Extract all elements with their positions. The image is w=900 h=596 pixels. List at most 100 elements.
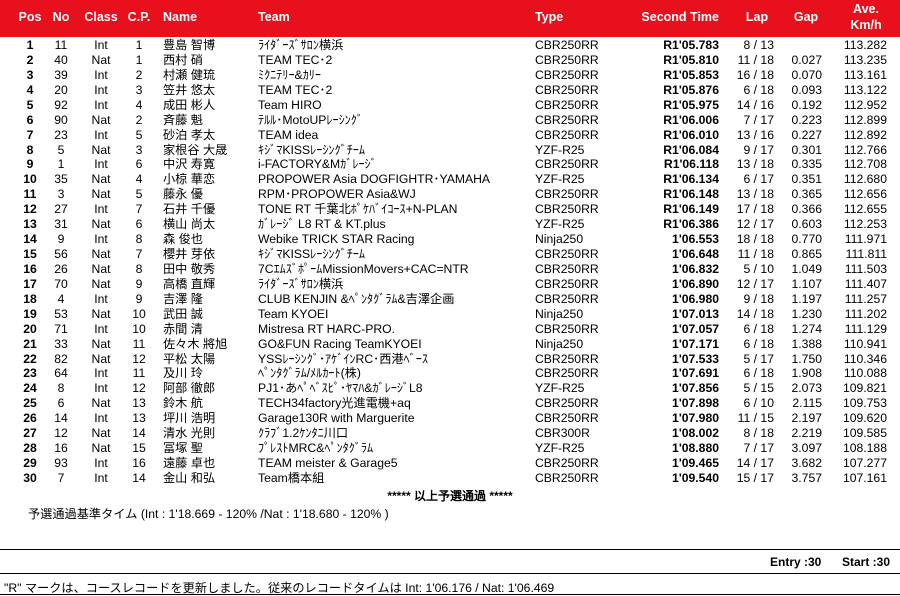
cell-team: RPM･PROPOWER Asia&WJ xyxy=(258,187,416,202)
cell-ave: 111.202 xyxy=(844,306,887,321)
cell-second-time: 1'08.880 xyxy=(672,441,719,456)
cell-cp: 6 xyxy=(135,217,143,232)
cell-team: PJ1･あﾍﾟﾍﾞｽﾋﾟ･ﾔﾏﾊ&ｶﾞﾚｰｼﾞL8 xyxy=(258,381,423,396)
cell-type: CBR250RR xyxy=(535,112,599,127)
cell-type: CBR250RR xyxy=(535,38,599,52)
cell-team: ﾐｸﾆﾃﾘｰ&ｶﾘｰ xyxy=(258,67,321,82)
cell-class: Int xyxy=(94,321,108,336)
cell-class: Nat xyxy=(91,142,111,157)
cell-ave: 107.277 xyxy=(842,456,887,471)
cell-lap: 17 / 18 xyxy=(736,202,774,217)
cell-no: 31 xyxy=(54,217,68,232)
cell-team: Team HIRO xyxy=(258,97,322,112)
divider-middle xyxy=(0,573,900,574)
cell-type: CBR250RR xyxy=(535,261,599,276)
cell-lap: 9 / 17 xyxy=(743,142,775,157)
cell-pos: 10 xyxy=(23,172,37,187)
cell-cp: 8 xyxy=(135,232,143,247)
cell-lap: 5 / 10 xyxy=(743,261,775,276)
cell-second-time: 1'09.540 xyxy=(672,470,719,485)
cell-no: 1 xyxy=(57,157,65,172)
cell-cp: 10 xyxy=(132,306,146,321)
cell-type: CBR250RR xyxy=(535,276,599,291)
cell-name: 坪川 浩明 xyxy=(163,411,216,426)
cell-second-time: 1'07.856 xyxy=(672,381,719,396)
cell-ave: 111.503 xyxy=(844,261,887,276)
cell-team: CLUB KENJIN &ﾍﾟﾝﾀｸﾞﾗﾑ&吉澤企画 xyxy=(258,291,455,306)
cell-gap: 2.073 xyxy=(791,381,823,396)
cell-name: 吉澤 隆 xyxy=(163,291,203,306)
cell-no: 26 xyxy=(54,261,68,276)
cell-pos: 6 xyxy=(26,112,34,127)
cell-pos: 21 xyxy=(23,336,37,351)
cell-no: 12 xyxy=(54,426,68,441)
cell-team: Mistresa RT HARC-PRO. xyxy=(258,321,396,336)
cell-name: 清水 光則 xyxy=(163,426,216,441)
cell-second-time: R1'05.876 xyxy=(663,82,719,97)
cell-lap: 13 / 16 xyxy=(736,127,774,142)
cell-class: Int xyxy=(94,470,108,485)
cell-cp: 9 xyxy=(135,291,143,306)
cell-team: Team KYOEI xyxy=(258,306,329,321)
cell-name: 阿部 徹郎 xyxy=(163,381,216,396)
cell-lap: 5 / 15 xyxy=(743,381,775,396)
cell-type: CBR250RR xyxy=(535,127,599,142)
cell-name: 家根谷 大晟 xyxy=(163,142,228,157)
cell-no: 71 xyxy=(54,321,68,336)
cell-type: YZF-R25 xyxy=(535,142,585,157)
cell-name: 鈴木 航 xyxy=(163,396,203,411)
cell-name: 笠井 悠太 xyxy=(163,82,216,97)
cell-pos: 23 xyxy=(23,366,37,381)
cell-pos: 19 xyxy=(23,306,37,321)
cell-type: CBR250RR xyxy=(535,157,599,172)
table-row: 2 40 Nat 1 西村 硝 TEAM TEC･2 CBR250RR R1'05.810 11… xyxy=(0,53,900,68)
cell-no: 56 xyxy=(54,247,68,262)
header-ave: Ave. xyxy=(853,2,879,16)
cell-gap: 0.365 xyxy=(791,187,823,202)
cell-class: Nat xyxy=(91,306,111,321)
cell-class: Int xyxy=(94,366,108,381)
cell-gap: 2.115 xyxy=(792,396,822,411)
table-row: 28 16 Nat 15 冨塚 聖 ﾌﾟﾚｽﾄMRC&ﾍﾟﾝﾀｸﾞﾗﾑ YZF-R25 1'0… xyxy=(0,441,900,456)
cell-lap: 11 / 18 xyxy=(737,52,774,67)
cell-team: ｷｼﾞﾏKISSﾚｰｼﾝｸﾞﾁｰﾑ xyxy=(258,247,365,262)
cell-cp: 1 xyxy=(135,52,143,67)
cell-class: Nat xyxy=(91,247,111,262)
cell-gap: 2.219 xyxy=(791,426,823,441)
cell-lap: 6 / 18 xyxy=(743,366,775,381)
cell-lap: 7 / 17 xyxy=(743,112,775,127)
cell-class: Int xyxy=(94,232,108,247)
cell-second-time: R1'05.853 xyxy=(663,67,719,82)
cell-name: 遠藤 卓也 xyxy=(163,456,216,471)
cell-second-time: R1'06.084 xyxy=(663,142,719,157)
cell-ave: 111.129 xyxy=(844,321,887,336)
cell-ave: 112.708 xyxy=(843,157,887,172)
cell-type: CBR250RR xyxy=(535,396,599,411)
table-row: 25 6 Nat 13 鈴木 航 TECH34factory光進電機+aq CBR250RR… xyxy=(0,396,900,411)
cell-name: 櫻井 芽依 xyxy=(163,247,216,262)
header-name: Name xyxy=(163,10,198,24)
cell-gap: 1.049 xyxy=(791,261,823,276)
cell-class: Nat xyxy=(91,351,111,366)
table-row: 26 14 Int 13 坪川 浩明 Garage130R with Marguerite… xyxy=(0,411,900,426)
cell-pos: 9 xyxy=(26,157,34,172)
cell-type: CBR250RR xyxy=(535,82,599,97)
cell-second-time: R1'06.118 xyxy=(663,157,719,172)
cell-cp: 5 xyxy=(135,187,143,202)
cell-class: Nat xyxy=(91,261,111,276)
cell-second-time: 1'06.980 xyxy=(672,291,719,306)
cell-team: ﾗｲﾀﾞｰｽﾞｻﾛﾝ横浜 xyxy=(258,276,344,291)
cell-second-time: 1'06.832 xyxy=(672,261,719,276)
cell-name: 赤間 清 xyxy=(163,321,203,336)
table-row: 5 92 Int 4 成田 彬人 Team HIRO CBR250RR R1'05.975 14… xyxy=(0,98,900,113)
cell-name: 小椋 華恋 xyxy=(163,172,216,187)
cell-no: 11 xyxy=(54,38,68,52)
cell-lap: 9 / 18 xyxy=(743,291,775,306)
table-row: 20 71 Int 10 赤間 清 Mistresa RT HARC-PRO. CBR250… xyxy=(0,322,900,337)
cell-second-time: 1'06.890 xyxy=(672,276,719,291)
cell-second-time: R1'06.006 xyxy=(663,112,719,127)
cell-no: 92 xyxy=(54,97,68,112)
cell-team: GO&FUN Racing TeamKYOEI xyxy=(258,336,422,351)
cell-no: 64 xyxy=(54,366,68,381)
cell-pos: 29 xyxy=(23,456,37,471)
